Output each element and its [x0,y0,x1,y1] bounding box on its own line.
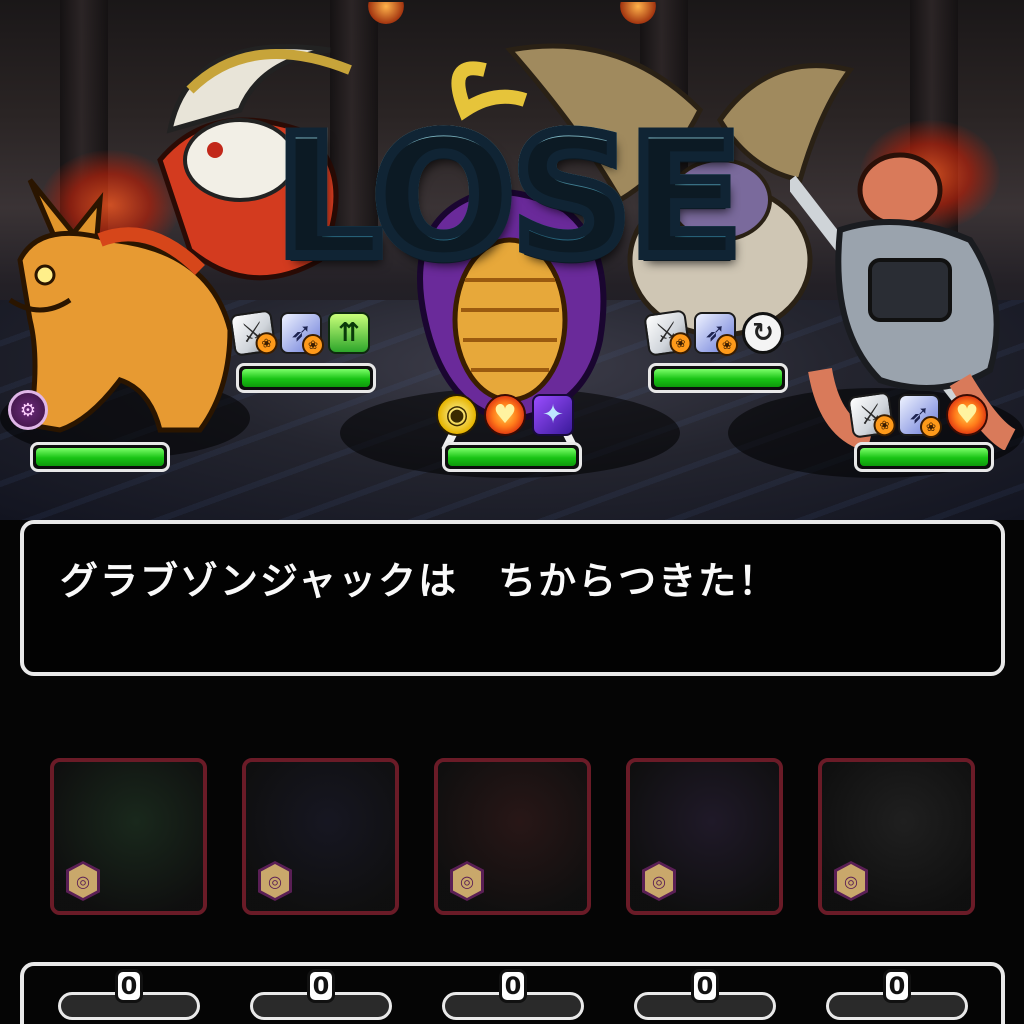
speed-up-icon: ➶ ❀ [280,312,324,356]
winged-beast-status: ⚔ ❀ ➶ ❀ ↻ [643,309,784,357]
enemy-hp-bar [236,363,376,393]
party-card[interactable]: ◎ [50,758,207,915]
enemy-hp-bar [648,363,788,393]
attack-up-icon: ⚔ ❀ [643,309,693,357]
hp-fill [654,369,782,387]
lose-banner: LOSE [222,94,792,300]
hp-fill [860,448,988,466]
speed-up-icon: ➶ ❀ [898,394,942,438]
lose-text: LOSE [270,94,748,300]
sparkle-icon: ✦ [532,394,574,436]
gauge-value: 0 [307,969,335,1003]
hp-fill [36,448,164,466]
gauge-value: 0 [115,969,143,1003]
up-arrows-icon: ⇈ [328,312,370,354]
gauge-value: 0 [499,969,527,1003]
attack-up-icon: ⚔ ❀ [847,391,897,439]
party-card[interactable]: ◎ [626,758,783,915]
enemy-hp-bar [854,442,994,472]
tension-gauge: 0 [442,969,584,1020]
hp-fill [242,369,370,387]
enemy-hp-bar [442,442,582,472]
tension-gauge: 0 [826,969,968,1020]
party-row: ◎ ◎ ◎ ◎ ◎ [0,758,1024,918]
tension-gauge: 0 [58,969,200,1020]
battle-message-text: グラブゾンジャックは ちからつきた！ [60,559,779,603]
gauge-value: 0 [883,969,911,1003]
tension-gauge: 0 [634,969,776,1020]
spin-icon: ↻ [742,312,784,354]
speed-up-icon: ➶ ❀ [694,312,738,356]
armored-ogre-status: ⚔ ❀ ➶ ❀ ♥ [847,391,988,439]
enemy-hp-bar [30,442,170,472]
white-dragon-status: ⚔ ❀ ➶ ❀ ⇈ [229,309,370,357]
party-card[interactable]: ◎ [242,758,399,915]
battle-message-box[interactable]: グラブゾンジャックは ちからつきた！ [20,520,1005,676]
tension-gauge-panel: 0 0 0 0 0 [20,962,1005,1024]
gauge-value: 0 [691,969,719,1003]
party-card[interactable]: ◎ [818,758,975,915]
purple-dragon-status: ◉ ♥ ✦ [436,394,574,436]
heart-icon: ♥ [484,394,526,436]
orange-beast-status: ⚙ [8,390,48,430]
party-card[interactable]: ◎ [434,758,591,915]
hp-fill [448,448,576,466]
tension-gauge: 0 [250,969,392,1020]
gold-ring-icon: ◉ [436,394,478,436]
heart-icon: ♥ [946,394,988,436]
battle-scene: LOSE ⚙ ⚔ ❀ ➶ ❀ ⇈ ◉ ♥ ✦ ⚔ ❀ ➶ ❀ ↻ ⚔ ❀ ➶ ❀ ♥ [0,0,1024,520]
attack-up-icon: ⚔ ❀ [229,309,279,357]
seal-badge-icon: ⚙ [8,390,48,430]
